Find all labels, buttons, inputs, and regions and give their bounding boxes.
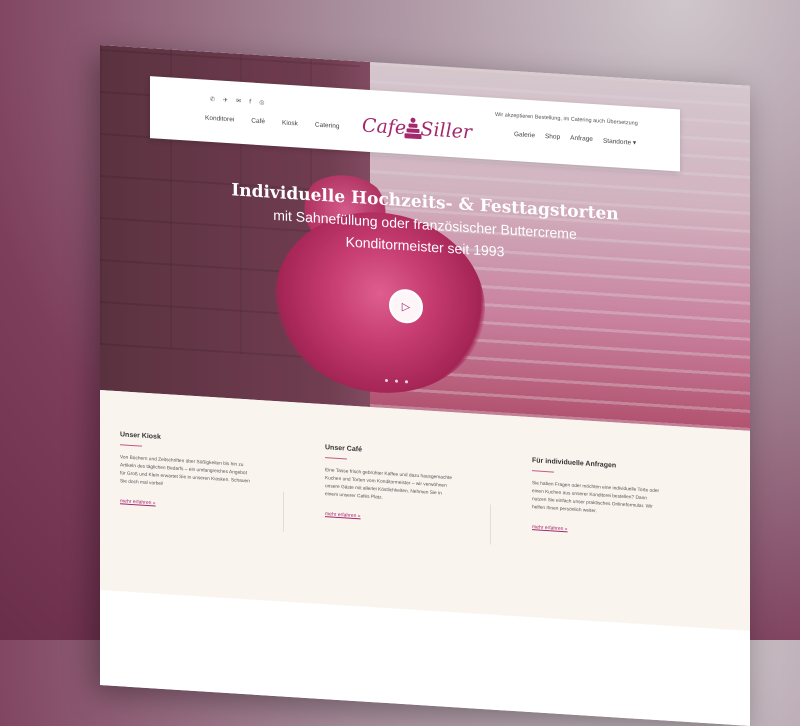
nav-item-shop[interactable]: Shop (545, 133, 560, 142)
column-title: Unser Café (325, 444, 362, 454)
social-links: ✆ ✈ ✉ f ◎ (210, 96, 264, 106)
column-text: Von Büchern und Zeitschriften über Süßig… (120, 455, 250, 487)
nav-item-galerie[interactable]: Galerie (514, 131, 535, 140)
kiosk-column: Unser Kiosk Von Büchern und Zeitschrifte… (120, 431, 250, 515)
logo-text-cafe: Cafe (362, 114, 407, 140)
nav-item-konditorei[interactable]: Konditorei (205, 115, 234, 124)
divider (283, 491, 284, 532)
facebook-icon[interactable]: f (249, 98, 251, 105)
send-icon[interactable]: ✈ (223, 97, 228, 104)
slider-dot[interactable] (405, 380, 408, 384)
nav-item-kiosk[interactable]: Kiosk (282, 119, 298, 127)
cafe-siller-logo[interactable]: Cafe Siller (362, 107, 472, 150)
mehr-erfahren-link[interactable]: mehr erfahren » (120, 498, 156, 506)
column-text: Sie haben Fragen oder möchten eine indiv… (532, 481, 660, 515)
column-title: Unser Kiosk (120, 431, 161, 441)
column-title: Für individuelle Anfragen (532, 457, 617, 470)
logo-text-siller: Siller (420, 118, 472, 144)
nav-item-cafe[interactable]: Café (251, 118, 265, 126)
nav-item-anfrage[interactable]: Anfrage (570, 135, 593, 144)
order-notice: Wir akzeptieren Bestellung, im Catering … (495, 111, 638, 127)
anfragen-column: Für individuelle Anfragen Sie haben Frag… (532, 457, 662, 541)
mehr-erfahren-link[interactable]: mehr erfahren » (532, 524, 568, 532)
cafe-column: Unser Café Eine Tasse frisch gebrühter K… (325, 444, 455, 528)
nav-left: Konditorei Café Kiosk Catering (205, 115, 340, 130)
nav-right: Galerie Shop Anfrage Standorte ▾ (514, 131, 636, 147)
nav-item-standorte[interactable]: Standorte ▾ (603, 137, 636, 147)
website-page: ✆ ✈ ✉ f ◎ Konditorei Café Kiosk Catering… (100, 45, 750, 726)
phone-icon[interactable]: ✆ (210, 96, 215, 103)
column-text: Eine Tasse frisch gebrühter Kaffee und d… (325, 468, 453, 501)
divider (490, 504, 491, 545)
hero-banner: ✆ ✈ ✉ f ◎ Konditorei Café Kiosk Catering… (100, 45, 750, 431)
mail-icon[interactable]: ✉ (236, 98, 241, 105)
slider-dot[interactable] (385, 378, 388, 383)
slider-dot[interactable] (395, 379, 398, 383)
play-icon: ▷ (401, 299, 411, 314)
nav-item-catering[interactable]: Catering (315, 122, 340, 131)
mehr-erfahren-link[interactable]: mehr erfahren » (325, 511, 361, 519)
cake-icon (404, 117, 422, 140)
instagram-icon[interactable]: ◎ (259, 99, 264, 106)
